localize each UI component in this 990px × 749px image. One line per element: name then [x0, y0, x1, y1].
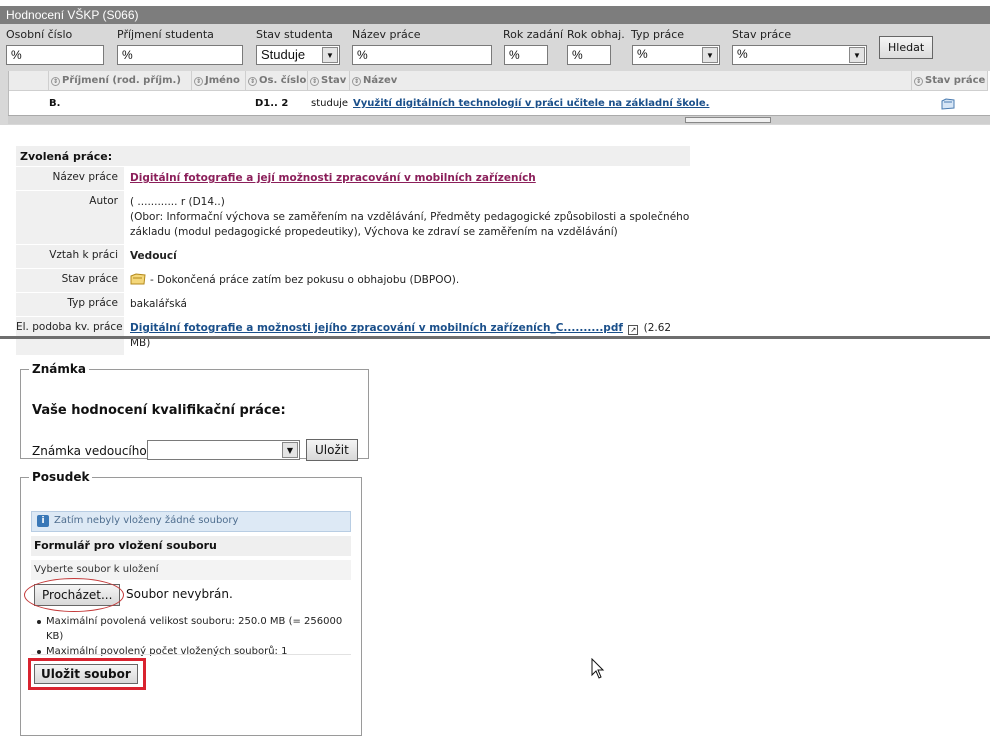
- section-divider: [0, 336, 990, 339]
- info-text: Zatím nebyly vloženy žádné soubory: [54, 515, 239, 526]
- work-status-value: - Dokončená práce zatím bez pokusu o obh…: [150, 274, 460, 286]
- work-type-value: bakalářská: [130, 298, 187, 310]
- selected-work-heading: Zvolená práce:: [16, 146, 690, 166]
- sort-icon: ⇕: [310, 77, 319, 86]
- surname-label: Příjmení studenta: [117, 28, 214, 41]
- col-header-work-status[interactable]: ⇕ Stav práce: [912, 71, 988, 91]
- selected-work-panel: Zvolená práce: Název práce Digitální fot…: [16, 146, 690, 355]
- year-defended-label: Rok obhaj.: [567, 28, 625, 41]
- upload-form-heading: Formulář pro vložení souboru: [31, 536, 351, 556]
- author-field: (Obor: Informační výchova se zaměřením n…: [130, 211, 690, 238]
- external-link-icon[interactable]: ↗: [628, 325, 639, 335]
- chevron-down-icon: ▼: [282, 442, 298, 458]
- thesis-status-value: %: [737, 47, 748, 61]
- student-status-label: Stav studenta: [256, 28, 333, 41]
- info-icon: i: [37, 515, 49, 527]
- grade-fieldset: Známka Vaše hodnocení kvalifikační práce…: [20, 362, 369, 461]
- results-grid: ⇕ Příjmení (rod. příjm.) ⇕ Jméno ⇕ Os. čísl…: [0, 70, 990, 125]
- limit-size: Maximální povolená velikost souboru: 250…: [37, 614, 361, 644]
- no-file-text: Soubor nevybrán.: [126, 587, 233, 601]
- thesis-status-label: Stav práce: [732, 28, 792, 41]
- col-header-status[interactable]: ⇕ Stav: [308, 71, 350, 91]
- sort-icon: ⇕: [248, 77, 257, 86]
- student-id-label: Osobní číslo: [6, 28, 73, 41]
- col-header-surname[interactable]: ⇕ Příjmení (rod. příjm.): [49, 71, 192, 91]
- status-folder-icon: [130, 273, 146, 285]
- sort-icon: ⇕: [352, 77, 361, 86]
- select-file-label: Vyberte soubor k uložení: [31, 560, 351, 580]
- selected-title-link[interactable]: Digitální fotografie a její možnosti zpr…: [124, 167, 690, 190]
- cell-status: studuje: [311, 98, 349, 109]
- grade-select[interactable]: ▼: [147, 440, 300, 460]
- save-file-highlight: Uložit soubor: [28, 658, 146, 690]
- pdf-download-link[interactable]: Digitální fotografie a možnosti jejího z…: [130, 322, 623, 334]
- year-assigned-input[interactable]: %: [504, 45, 548, 65]
- student-status-value: Studuje: [261, 47, 306, 62]
- relation-value: Vedoucí: [130, 250, 177, 262]
- review-fieldset: Posudek i Zatím nebyly vloženy žádné sou…: [20, 470, 362, 736]
- filter-panel: Osobní číslo % Příjmení studenta % Stav …: [0, 24, 990, 70]
- upload-limits: Maximální povolená velikost souboru: 250…: [37, 614, 361, 659]
- surname-input[interactable]: %: [117, 45, 243, 65]
- save-grade-button[interactable]: Uložit: [306, 439, 358, 461]
- grade-label: Známka vedoucího: [32, 444, 147, 458]
- folder-icon[interactable]: [941, 95, 959, 113]
- sort-icon: ⇕: [51, 77, 60, 86]
- relation-label: Vztah k práci: [16, 245, 124, 268]
- student-id-input[interactable]: %: [6, 45, 104, 65]
- thesis-type-select[interactable]: % ▼: [632, 45, 720, 65]
- thesis-type-label: Typ práce: [631, 28, 685, 41]
- chevron-down-icon: ▼: [702, 47, 718, 63]
- save-file-button[interactable]: Uložit soubor: [34, 664, 138, 684]
- grade-legend: Známka: [32, 362, 86, 376]
- col-header-first-name[interactable]: ⇕ Jméno: [192, 71, 246, 91]
- window-title: Hodnocení VŠKP (S066): [0, 6, 990, 24]
- cell-student-id: D1.. 2: [255, 98, 289, 109]
- mouse-cursor-icon: [591, 658, 605, 679]
- info-message: i Zatím nebyly vloženy žádné soubory: [31, 511, 351, 532]
- cell-first-name: [195, 95, 245, 113]
- scrollbar-thumb[interactable]: [685, 117, 771, 123]
- sort-icon: ⇕: [194, 77, 203, 86]
- browse-button[interactable]: Procházet...: [34, 584, 121, 606]
- chevron-down-icon: ▼: [322, 47, 338, 63]
- work-status-label: Stav práce: [16, 269, 124, 292]
- grid-header-blank: [9, 71, 49, 91]
- thesis-status-select[interactable]: % ▼: [732, 45, 867, 65]
- cell-title-link[interactable]: Využití digitálních technologií v práci …: [353, 95, 909, 113]
- thesis-title-input[interactable]: %: [352, 45, 492, 65]
- thesis-type-value: %: [637, 47, 648, 61]
- limit-count: Maximální povolený počet vložených soubo…: [37, 644, 361, 659]
- horizontal-scrollbar[interactable]: [8, 115, 990, 124]
- sort-icon: ⇕: [914, 77, 923, 86]
- year-assigned-label: Rok zadání: [503, 28, 564, 41]
- search-button[interactable]: Hledat: [879, 36, 934, 59]
- year-defended-input[interactable]: %: [567, 45, 611, 65]
- thesis-title-label: Název práce: [352, 28, 421, 41]
- col-header-student-id[interactable]: ⇕ Os. číslo: [246, 71, 308, 91]
- limits-divider: [31, 654, 351, 655]
- author-name: ( ............ r (D14..): [130, 196, 225, 208]
- grade-heading: Vaše hodnocení kvalifikační práce:: [32, 403, 286, 418]
- review-legend: Posudek: [32, 470, 90, 484]
- student-status-select[interactable]: Studuje ▼: [256, 45, 340, 65]
- author-label: Autor: [16, 191, 124, 244]
- cell-surname: B.: [49, 98, 61, 109]
- work-type-label: Typ práce: [16, 293, 124, 316]
- col-header-title[interactable]: ⇕ Název: [350, 71, 912, 91]
- chevron-down-icon: ▼: [849, 47, 865, 63]
- title-label: Název práce: [16, 167, 124, 190]
